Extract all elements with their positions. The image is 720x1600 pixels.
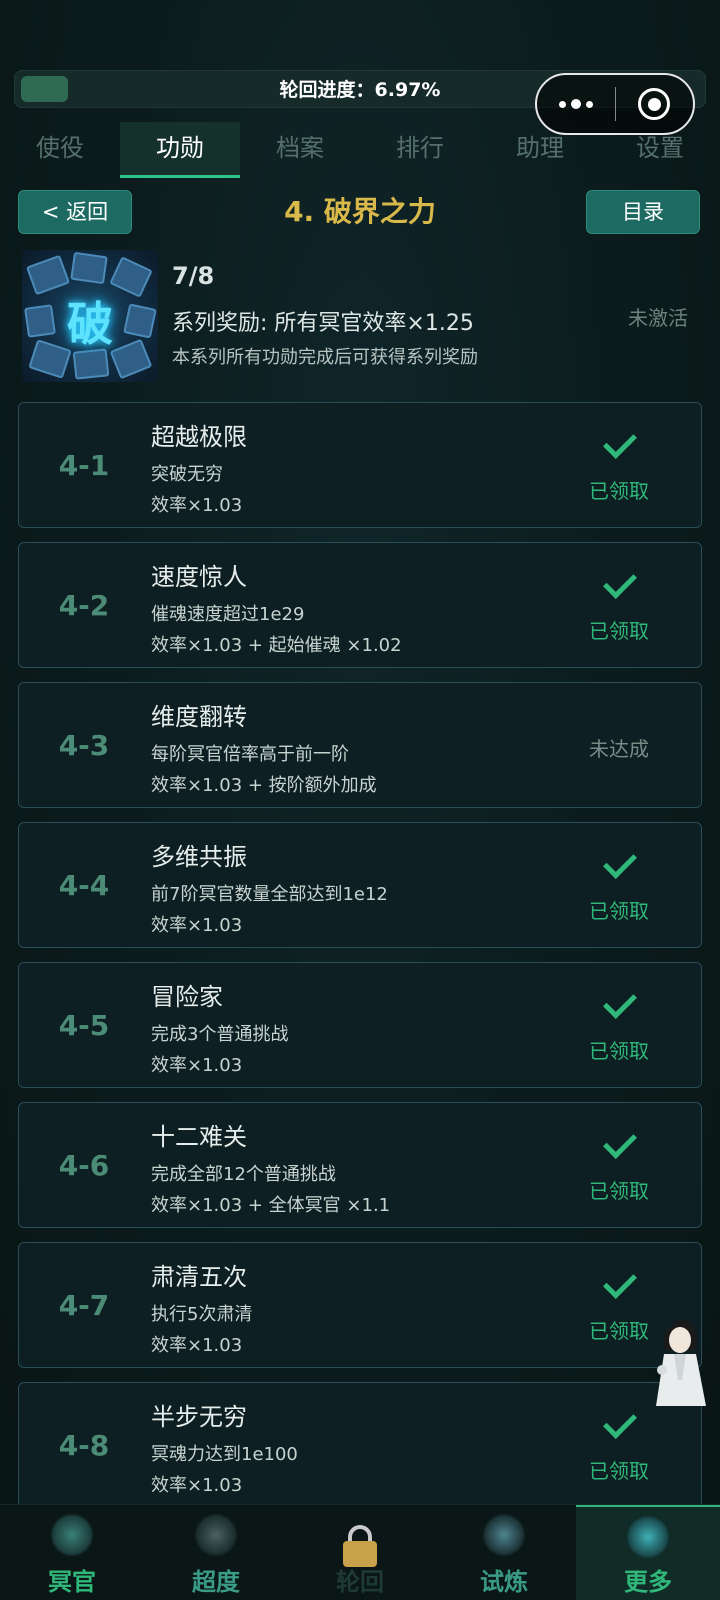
- achievement-number: 4-4: [58, 869, 110, 902]
- achievement-status-label: 未达成: [589, 737, 649, 761]
- nav-label: 冥官: [48, 1568, 96, 1596]
- achievement-effect: 效率×1.03: [151, 915, 243, 936]
- achievement-effect: 效率×1.03 + 起始催魂 ×1.02: [151, 635, 402, 656]
- achievement-status-label: 已领取: [589, 1039, 649, 1063]
- achievement-effect: 效率×1.03: [151, 1055, 243, 1076]
- achievement-effect: 效率×1.03: [151, 1475, 243, 1496]
- achievement-status: 已领取: [569, 823, 669, 949]
- achievement-title: 冒险家: [151, 983, 223, 1011]
- achievement-title: 半步无穷: [151, 1403, 247, 1431]
- assistant-character-icon[interactable]: [650, 1310, 710, 1408]
- achievement-number: 4-2: [58, 589, 110, 622]
- nav-reincarnation-locked[interactable]: 轮回: [288, 1505, 432, 1600]
- achievement-status: 已领取: [569, 403, 669, 529]
- series-reward-text: 系列奖励: 所有冥官效率×1.25: [172, 311, 474, 336]
- achievement-number: 4-6: [58, 1149, 110, 1182]
- achievement-title: 速度惊人: [151, 563, 247, 591]
- achievement-title: 肃清五次: [151, 1263, 247, 1291]
- achievement-status: 已领取: [569, 1103, 669, 1229]
- page-title: 4. 破界之力: [284, 195, 436, 228]
- achievement-card[interactable]: 4-2 速度惊人 催魂速度超过1e29 效率×1.03 + 起始催魂 ×1.02…: [18, 542, 702, 668]
- tab-settings[interactable]: 设置: [600, 122, 720, 178]
- back-button[interactable]: < 返回: [18, 190, 132, 234]
- top-tabs: 使役 功勋 档案 排行 助理 设置: [0, 122, 720, 178]
- achievement-card[interactable]: 4-8 半步无穷 冥魂力达到1e100 效率×1.03 已领取: [18, 1382, 702, 1508]
- achievement-effect: 效率×1.03: [151, 1335, 243, 1356]
- achievement-description: 催魂速度超过1e29: [151, 604, 305, 625]
- achievement-card[interactable]: 4-5 冒险家 完成3个普通挑战 效率×1.03 已领取: [18, 962, 702, 1088]
- tab-assistant[interactable]: 助理: [480, 122, 600, 178]
- check-icon: [603, 1405, 637, 1439]
- achievement-effect: 效率×1.03: [151, 495, 243, 516]
- bottom-navigation: 冥官 超度 轮回 试炼 更多: [0, 1504, 720, 1600]
- tab-merits[interactable]: 功勋: [120, 122, 240, 178]
- more-emblem-icon: [626, 1515, 670, 1559]
- achievement-list: 4-1 超越极限 突破无穷 效率×1.03 已领取 4-2 速度惊人 催魂速度超…: [18, 402, 702, 1522]
- achievement-number: 4-1: [58, 449, 110, 482]
- table-of-contents-button[interactable]: 目录: [586, 190, 700, 234]
- achievement-card[interactable]: 4-4 多维共振 前7阶冥官数量全部达到1e12 效率×1.03 已领取: [18, 822, 702, 948]
- achievement-status-label: 已领取: [589, 479, 649, 503]
- shrine-emblem-icon: [194, 1513, 238, 1557]
- achievement-title: 十二难关: [151, 1123, 247, 1151]
- achievement-status-label: 已领取: [589, 1459, 649, 1483]
- achievement-status-label: 已领取: [589, 619, 649, 643]
- check-icon: [603, 425, 637, 459]
- nav-label: 试炼: [480, 1568, 528, 1596]
- achievement-description: 每阶冥官倍率高于前一阶: [151, 744, 349, 765]
- achievement-number: 4-5: [58, 1009, 110, 1042]
- achievement-status: 已领取: [569, 963, 669, 1089]
- nav-more[interactable]: 更多: [576, 1505, 720, 1600]
- check-icon: [603, 845, 637, 879]
- achievement-description: 完成全部12个普通挑战: [151, 1164, 336, 1185]
- nav-label: 轮回: [336, 1568, 384, 1596]
- check-icon: [603, 1125, 637, 1159]
- nav-trials[interactable]: 试炼: [432, 1505, 576, 1600]
- trial-emblem-icon: [482, 1513, 526, 1557]
- officer-emblem-icon: [50, 1513, 94, 1557]
- nav-salvation[interactable]: 超度: [144, 1505, 288, 1600]
- achievement-description: 执行5次肃清: [151, 1304, 253, 1325]
- series-reward-hint: 本系列所有功勋完成后可获得系列奖励: [172, 347, 478, 368]
- nav-officers[interactable]: 冥官: [0, 1505, 144, 1600]
- achievement-effect: 效率×1.03 + 全体冥官 ×1.1: [151, 1195, 391, 1216]
- check-icon: [603, 1265, 637, 1299]
- achievement-number: 4-7: [58, 1289, 110, 1322]
- achievement-card[interactable]: 4-7 肃清五次 执行5次肃清 效率×1.03 已领取: [18, 1242, 702, 1368]
- achievement-title: 超越极限: [151, 423, 247, 451]
- tab-archive[interactable]: 档案: [240, 122, 360, 178]
- check-icon: [603, 985, 637, 1019]
- series-progress-count: 7/8: [172, 262, 215, 290]
- nav-label: 更多: [624, 1568, 672, 1596]
- achievement-title: 多维共振: [151, 843, 247, 871]
- check-icon: [603, 565, 637, 599]
- achievement-description: 突破无穷: [151, 464, 223, 485]
- achievement-status-label: 已领取: [589, 899, 649, 923]
- achievement-effect: 效率×1.03 + 按阶额外加成: [151, 775, 377, 796]
- achievement-description: 前7阶冥官数量全部达到1e12: [151, 884, 388, 905]
- nav-label: 超度: [192, 1568, 240, 1596]
- achievement-status: 已领取: [569, 543, 669, 669]
- series-status-badge: 未激活: [628, 306, 688, 330]
- achievement-card[interactable]: 4-1 超越极限 突破无穷 效率×1.03 已领取: [18, 402, 702, 528]
- series-emblem-icon: 破: [22, 250, 158, 382]
- series-emblem-glyph: 破: [67, 297, 113, 351]
- achievement-number: 4-3: [58, 729, 110, 762]
- tab-service[interactable]: 使役: [0, 122, 120, 178]
- achievement-card[interactable]: 4-3 维度翻转 每阶冥官倍率高于前一阶 效率×1.03 + 按阶额外加成 未达…: [18, 682, 702, 808]
- tab-ranking[interactable]: 排行: [360, 122, 480, 178]
- achievement-status: 未达成: [569, 683, 669, 809]
- achievement-description: 完成3个普通挑战: [151, 1024, 289, 1045]
- achievement-card[interactable]: 4-6 十二难关 完成全部12个普通挑战 效率×1.03 + 全体冥官 ×1.1…: [18, 1102, 702, 1228]
- achievement-status-label: 已领取: [589, 1179, 649, 1203]
- achievement-description: 冥魂力达到1e100: [151, 1444, 298, 1465]
- achievement-number: 4-8: [58, 1429, 110, 1462]
- achievement-title: 维度翻转: [151, 703, 247, 731]
